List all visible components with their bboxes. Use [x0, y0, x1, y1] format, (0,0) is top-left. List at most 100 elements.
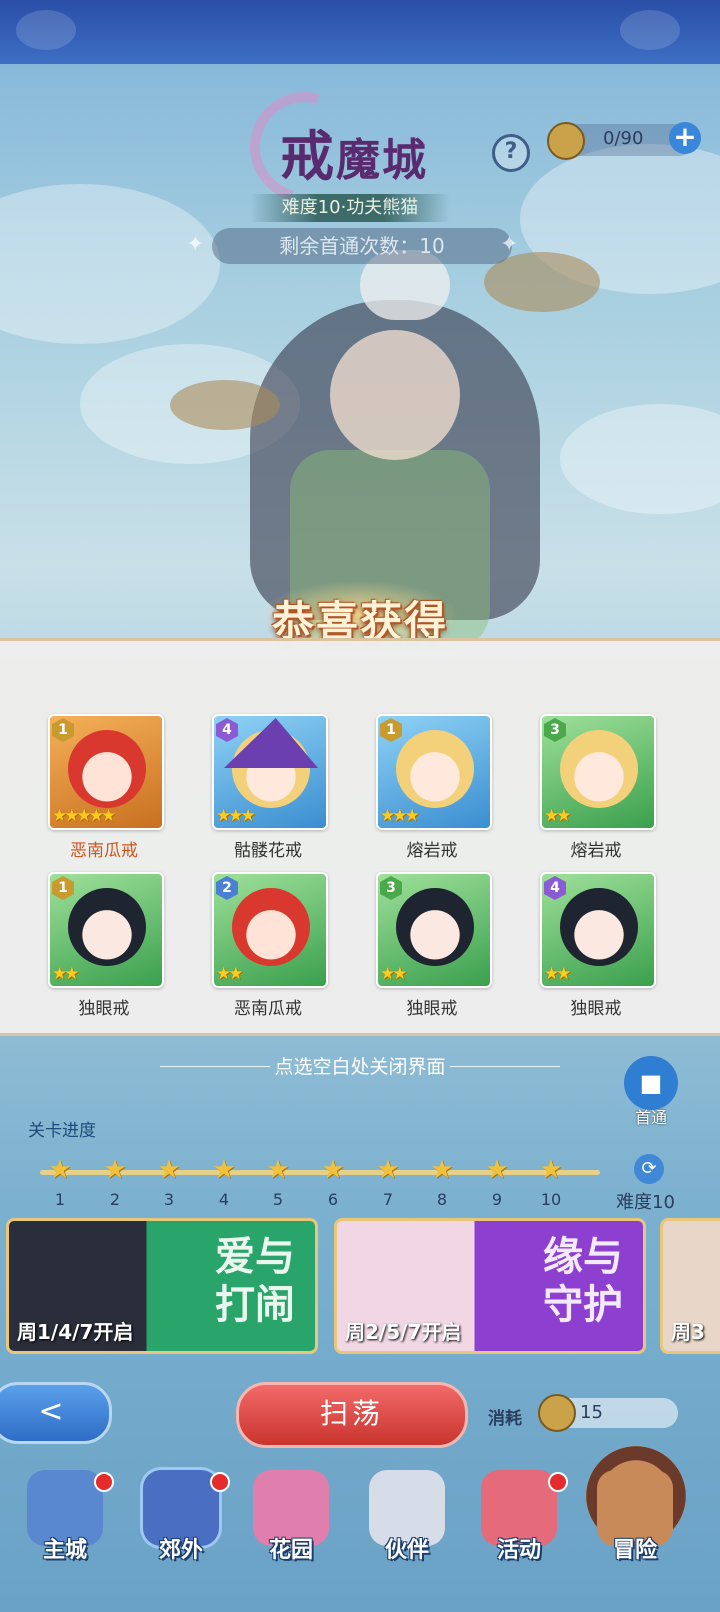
first-clear-video-button[interactable]: ■	[624, 1056, 678, 1110]
reward-name: 独眼戒	[78, 999, 130, 1019]
star-icon: ★	[539, 1155, 563, 1185]
reward-item[interactable]: 1 ★★ 独眼戒	[48, 872, 164, 1019]
progress-node[interactable]: ★ 7	[374, 1156, 402, 1209]
star-icon: ★	[48, 1155, 72, 1185]
progress-node-number: 5	[272, 1190, 284, 1209]
nav-label: 郊外	[158, 1538, 203, 1563]
event-card-fate-and-guard[interactable]: 缘与 守护 周2/5/7开启	[334, 1218, 646, 1354]
difficulty-label: 难度10·功夫熊猫	[250, 194, 450, 222]
star-rating: ★★★★★	[52, 806, 116, 826]
cost-value: 15	[580, 1402, 603, 1423]
reward-item[interactable]: 2 ★★ 恶南瓜戒	[212, 872, 328, 1019]
level-badge: 1	[52, 718, 74, 742]
level-badge: 3	[380, 876, 402, 900]
reward-name: 熔岩戒	[406, 841, 458, 861]
video-camera-icon: ■	[639, 1069, 663, 1097]
witch-hat-icon	[224, 718, 318, 768]
add-stamina-button[interactable]: +	[669, 122, 701, 154]
star-icon: ★	[212, 1155, 236, 1185]
progress-node[interactable]: ★ 6	[319, 1156, 347, 1209]
nav-label: 冒险	[612, 1538, 657, 1563]
star-rating: ★★★	[380, 806, 420, 826]
reward-item[interactable]: 1 ★★★ 熔岩戒	[376, 714, 492, 861]
title-rest: 魔城	[336, 135, 428, 186]
progress-label: 关卡进度	[28, 1121, 96, 1141]
stamina-display: 0/90 +	[547, 122, 701, 160]
nav-partner[interactable]: 伙伴	[352, 1470, 462, 1590]
level-badge: 2	[216, 876, 238, 900]
heart-deco-icon	[620, 10, 680, 50]
stamina-value: 0/90	[603, 128, 644, 149]
reward-card: 1 ★★	[48, 872, 164, 988]
nav-heart-garden[interactable]: 花园	[236, 1470, 346, 1590]
reward-name: 独眼戒	[406, 999, 458, 1019]
progress-node-number: 7	[382, 1190, 394, 1209]
close-hint-text: 点选空白处关闭界面	[274, 1056, 446, 1078]
sparkle-icon: ✦	[186, 232, 205, 257]
star-rating: ★★★	[216, 806, 256, 826]
sparkle-icon: ✦	[500, 232, 519, 257]
progress-node-number: 6	[327, 1190, 339, 1209]
back-button[interactable]: <	[0, 1382, 112, 1444]
progress-node-number: 10	[540, 1190, 562, 1209]
portrait-icon	[232, 888, 310, 966]
heart-deco-icon	[16, 10, 76, 50]
star-icon: ★	[266, 1155, 290, 1185]
progress-node[interactable]: ★ 8	[428, 1156, 456, 1209]
progress-node[interactable]: ★ 9	[483, 1156, 511, 1209]
progress-node-number: 2	[109, 1190, 121, 1209]
portrait-icon	[560, 888, 638, 966]
portrait-icon	[396, 730, 474, 808]
progress-node[interactable]: ★ 2	[101, 1156, 129, 1209]
progress-node-number: 9	[491, 1190, 503, 1209]
progress-node[interactable]: ★ 3	[155, 1156, 183, 1209]
reward-item[interactable]: 1 ★★★★★ 恶南瓜戒	[48, 714, 164, 861]
event-schedule: 周1/4/7开启	[17, 1320, 134, 1344]
character-face	[330, 330, 460, 460]
progress-node[interactable]: ★ 10	[537, 1156, 565, 1209]
star-icon: ★	[157, 1155, 181, 1185]
help-button[interactable]: ?	[492, 134, 530, 172]
event-logo-line2: 守护	[543, 1281, 623, 1328]
portrait-icon	[68, 730, 146, 808]
reward-name: 熔岩戒	[570, 841, 622, 861]
nav-castle[interactable]: 主城	[10, 1470, 120, 1590]
reward-card: 3 ★★	[376, 872, 492, 988]
progress-node-number: 1	[54, 1190, 66, 1209]
cost-label: 消耗	[488, 1409, 522, 1429]
reward-item[interactable]: 3 ★★ 独眼戒	[376, 872, 492, 1019]
reward-card: 4 ★★	[540, 872, 656, 988]
progress-node-number: 4	[218, 1190, 230, 1209]
level-badge: 1	[380, 718, 402, 742]
event-card-third[interactable]: 周3	[660, 1218, 720, 1354]
star-rating: ★★	[544, 964, 572, 984]
progress-node[interactable]: ★ 4	[210, 1156, 238, 1209]
nav-star-gate[interactable]: 郊外	[126, 1470, 236, 1590]
reward-item[interactable]: 3 ★★ 熔岩戒	[540, 714, 656, 861]
refresh-difficulty-button[interactable]: ⟳	[634, 1154, 664, 1184]
nav-label: 主城	[42, 1538, 87, 1563]
notification-dot	[548, 1472, 568, 1492]
title-first-char: 戒	[280, 124, 336, 188]
event-card-love-and-fun[interactable]: 爱与 打闹 周1/4/7开启	[6, 1218, 318, 1354]
level-badge: 4	[216, 718, 238, 742]
reward-item[interactable]: 4 ★★★ 骷髅花戒	[212, 714, 328, 861]
portrait-icon	[560, 730, 638, 808]
level-badge: 3	[544, 718, 566, 742]
remaining-first-clears: 剩余首通次数：10	[212, 228, 512, 264]
stage-title: 戒魔城	[229, 71, 470, 223]
event-schedule: 周2/5/7开启	[345, 1320, 462, 1344]
star-rating: ★★	[52, 964, 80, 984]
nav-gift[interactable]: 活动	[464, 1470, 574, 1590]
event-logo: 爱与 打闹	[215, 1233, 295, 1329]
nav-compass[interactable]: 冒险	[580, 1470, 690, 1590]
star-icon: ★	[430, 1155, 454, 1185]
progress-node[interactable]: ★ 5	[264, 1156, 292, 1209]
close-hint[interactable]: 点选空白处关闭界面	[160, 1052, 560, 1082]
reward-item[interactable]: 4 ★★ 独眼戒	[540, 872, 656, 1019]
nav-label: 活动	[496, 1538, 541, 1563]
progress-node[interactable]: ★ 1	[46, 1156, 74, 1209]
sweep-button[interactable]: 扫荡	[236, 1382, 468, 1448]
reward-name: 恶南瓜戒	[70, 841, 138, 861]
reward-name: 独眼戒	[570, 999, 622, 1019]
